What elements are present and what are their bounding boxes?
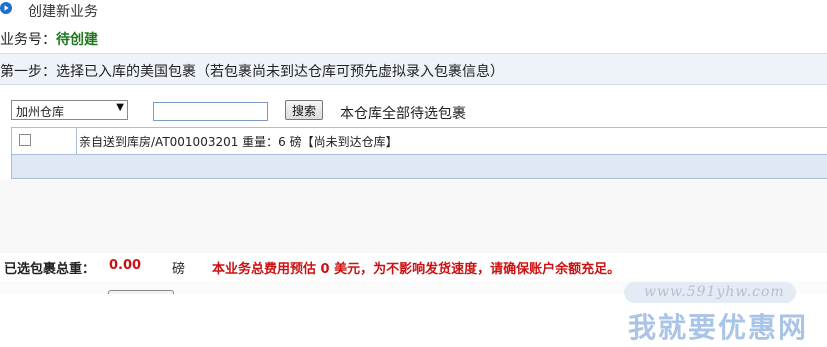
package-checkbox[interactable] <box>19 134 31 146</box>
fee-notice: 本业务总费用预估 0 美元，为不影响发货速度，请确保账户余额充足。 <box>212 262 621 277</box>
checkbox-cell <box>12 128 77 154</box>
total-weight-value: 0.00 <box>109 258 142 273</box>
package-table: 亲自送到库房/AT001003201 重量：6 磅【尚未到达仓库】 <box>11 127 827 179</box>
watermark-url-text: www.591yhw.com <box>644 284 785 300</box>
step-bar: 第一步：选择已入库的美国包裹（若包裹尚未到达仓库可预先虚拟录入包裹信息） <box>0 53 827 85</box>
table-row: 亲自送到库房/AT001003201 重量：6 磅【尚未到达仓库】 <box>12 128 827 155</box>
search-input[interactable] <box>153 102 268 121</box>
table-empty-row <box>12 155 827 178</box>
chevron-down-icon: ▼ <box>116 102 124 113</box>
total-weight-label: 已选包裹总重： <box>4 262 96 277</box>
page-title: 创建新业务 <box>28 4 98 20</box>
business-number-value: 待创建 <box>56 32 98 48</box>
step-instruction: 第一步：选择已入库的美国包裹（若包裹尚未到达仓库可预先虚拟录入包裹信息） <box>0 64 504 80</box>
package-description: 亲自送到库房/AT001003201 重量：6 磅【尚未到达仓库】 <box>79 135 398 149</box>
business-number-label: 业务号： <box>0 32 56 48</box>
search-button[interactable]: 搜索 <box>285 100 323 120</box>
warehouse-select[interactable]: 加州仓库 ▼ <box>11 100 128 120</box>
watermark-url: www.591yhw.com <box>624 282 796 303</box>
watermark-logo: 我就要优惠网 <box>628 311 809 344</box>
total-weight-unit: 磅 <box>172 262 186 277</box>
pending-packages-title: 本仓库全部待选包裹 <box>340 106 466 122</box>
content-area <box>0 180 827 253</box>
next-button[interactable] <box>108 290 174 294</box>
warehouse-select-value: 加州仓库 <box>16 105 65 119</box>
play-circle-icon <box>0 2 12 14</box>
